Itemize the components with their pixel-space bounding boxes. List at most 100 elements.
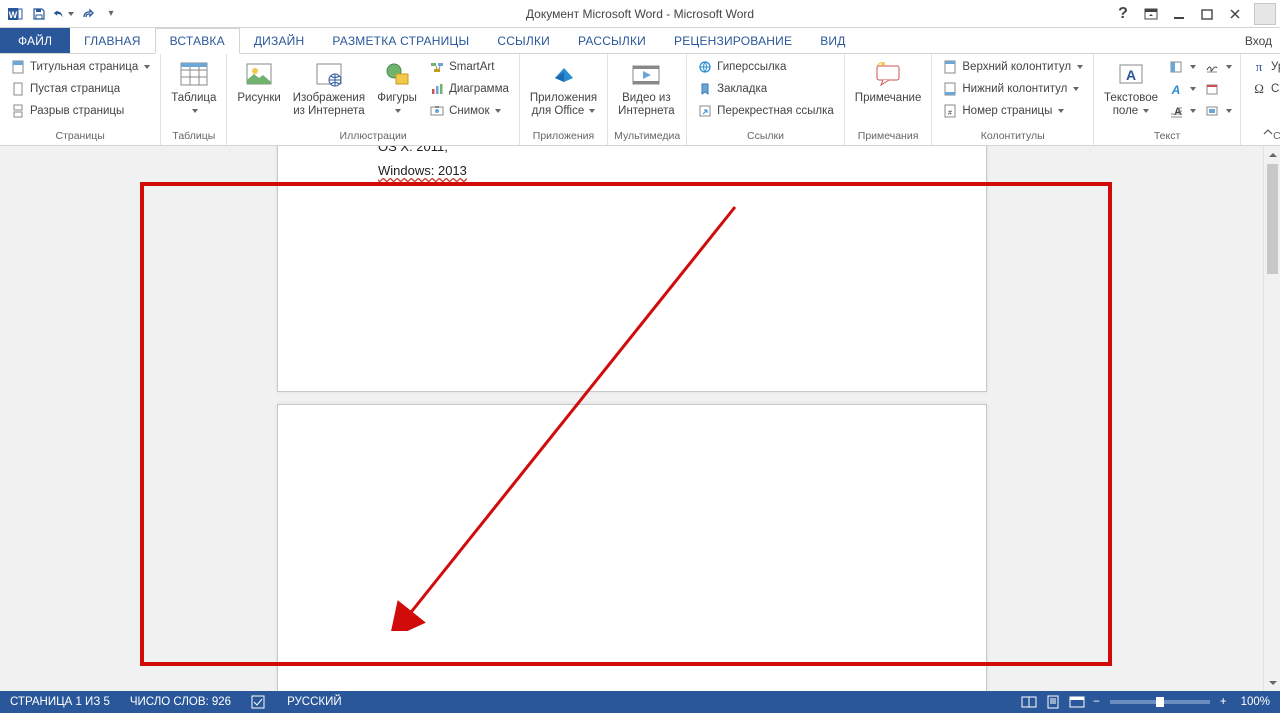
group-media: Видео изИнтернета Мультимедиа <box>608 54 687 145</box>
quick-access-toolbar: W ▾ <box>0 3 122 25</box>
scroll-down-button[interactable] <box>1264 674 1280 691</box>
zoom-level[interactable]: 100% <box>1231 691 1280 713</box>
object-button[interactable] <box>1202 100 1234 122</box>
bookmark-icon <box>697 81 713 97</box>
status-page[interactable]: СТРАНИЦА 1 ИЗ 5 <box>0 691 120 713</box>
datetime-button[interactable] <box>1202 78 1234 100</box>
tab-insert[interactable]: ВСТАВКА <box>155 28 240 54</box>
blank-page-button[interactable]: Пустая страница <box>6 78 154 100</box>
vertical-scrollbar[interactable] <box>1263 146 1280 691</box>
signin-link[interactable]: Вход <box>1245 28 1280 53</box>
qat-customize-button[interactable]: ▾ <box>100 3 122 25</box>
page-break-button[interactable]: Разрыв страницы <box>6 100 154 122</box>
title-bar: W ▾ Документ Microsoft Word - Microsoft … <box>0 0 1280 28</box>
tab-design[interactable]: ДИЗАЙН <box>240 28 319 53</box>
proofing-icon <box>251 695 267 709</box>
shapes-button[interactable]: Фигуры <box>373 56 421 119</box>
user-avatar[interactable] <box>1254 3 1276 25</box>
table-icon <box>178 58 210 90</box>
help-button[interactable]: ? <box>1110 3 1136 25</box>
tab-mailings[interactable]: РАССЫЛКИ <box>564 28 660 53</box>
online-video-button[interactable]: Видео изИнтернета <box>614 56 678 119</box>
bookmark-button[interactable]: Закладка <box>693 78 838 100</box>
zoom-out-button[interactable]: − <box>1089 691 1104 713</box>
pictures-icon <box>243 58 275 90</box>
footer-button[interactable]: Нижний колонтитул <box>938 78 1087 100</box>
page-2[interactable] <box>277 404 987 691</box>
pagenumber-button[interactable]: # Номер страницы <box>938 100 1087 122</box>
maximize-button[interactable] <box>1194 3 1220 25</box>
group-label-text: Текст <box>1100 128 1234 145</box>
group-headerfooter: Верхний колонтитул Нижний колонтитул # Н… <box>932 54 1094 145</box>
collapse-ribbon-button[interactable] <box>1260 125 1276 141</box>
svg-text:A: A <box>1126 67 1136 83</box>
scroll-thumb[interactable] <box>1267 164 1278 274</box>
crossref-button[interactable]: Перекрестная ссылка <box>693 100 838 122</box>
scroll-up-button[interactable] <box>1264 146 1280 163</box>
equation-button[interactable]: π Уравнение <box>1247 56 1280 78</box>
group-label-apps: Приложения <box>526 128 601 145</box>
footer-icon <box>942 81 958 97</box>
cover-page-icon <box>10 59 26 75</box>
chart-button[interactable]: Диаграмма <box>425 78 513 100</box>
tab-home[interactable]: ГЛАВНАЯ <box>70 28 154 53</box>
wordart-button[interactable]: A <box>1166 78 1198 100</box>
tab-pagelayout[interactable]: РАЗМЕТКА СТРАНИЦЫ <box>318 28 483 53</box>
undo-button[interactable] <box>52 3 74 25</box>
pictures-button[interactable]: Рисунки <box>233 56 284 107</box>
video-icon <box>630 58 662 90</box>
status-wordcount[interactable]: ЧИСЛО СЛОВ: 926 <box>120 691 241 713</box>
status-proofing[interactable] <box>241 691 277 713</box>
group-comments: Примечание Примечания <box>845 54 933 145</box>
tab-view[interactable]: ВИД <box>806 28 859 53</box>
hyperlink-button[interactable]: Гиперссылка <box>693 56 838 78</box>
tab-review[interactable]: РЕЦЕНЗИРОВАНИЕ <box>660 28 806 53</box>
quickparts-button[interactable] <box>1166 56 1198 78</box>
online-pictures-icon <box>313 58 345 90</box>
symbol-icon: Ω <box>1251 81 1267 97</box>
redo-button[interactable] <box>76 3 98 25</box>
ribbon-display-button[interactable] <box>1138 3 1164 25</box>
smartart-button[interactable]: SmartArt <box>425 56 513 78</box>
dropcap-button[interactable]: A <box>1166 100 1198 122</box>
page-break-icon <box>10 103 26 119</box>
header-button[interactable]: Верхний колонтитул <box>938 56 1087 78</box>
cover-page-button[interactable]: Титульная страница <box>6 56 154 78</box>
screenshot-button[interactable]: Снимок <box>425 100 513 122</box>
minimize-button[interactable] <box>1166 3 1192 25</box>
view-printlayout-button[interactable] <box>1041 691 1065 713</box>
document-area: OS X: 2011, Windows: 2013 <box>0 146 1280 691</box>
document-canvas[interactable]: OS X: 2011, Windows: 2013 <box>0 146 1263 691</box>
zoom-slider-thumb[interactable] <box>1156 697 1164 707</box>
group-illustrations: Рисунки Изображенияиз Интернета Фигуры S… <box>227 54 520 145</box>
comment-button[interactable]: Примечание <box>851 56 926 107</box>
group-tables: Таблица Таблицы <box>161 54 227 145</box>
signature-button[interactable] <box>1202 56 1234 78</box>
ribbon-tabs: ФАЙЛ ГЛАВНАЯ ВСТАВКА ДИЗАЙН РАЗМЕТКА СТР… <box>0 28 1280 54</box>
save-button[interactable] <box>28 3 50 25</box>
tab-references[interactable]: ССЫЛКИ <box>483 28 564 53</box>
close-button[interactable] <box>1222 3 1248 25</box>
symbol-button[interactable]: Ω Символ <box>1247 78 1280 100</box>
wordart-icon: A <box>1168 81 1184 97</box>
tab-file[interactable]: ФАЙЛ <box>0 28 70 53</box>
apps-button[interactable]: Приложениядля Office <box>526 56 601 119</box>
view-readmode-button[interactable] <box>1017 691 1041 713</box>
dropcap-icon: A <box>1168 103 1184 119</box>
blank-page-icon <box>10 81 26 97</box>
zoom-in-button[interactable]: + <box>1216 691 1231 713</box>
document-text-line: OS X: 2011, <box>378 146 448 154</box>
group-label-headerfooter: Колонтитулы <box>938 128 1087 145</box>
hyperlink-icon <box>697 59 713 75</box>
window-controls: ? <box>1110 3 1280 25</box>
view-weblayout-button[interactable] <box>1065 691 1089 713</box>
window-title: Документ Microsoft Word - Microsoft Word <box>0 7 1280 21</box>
textbox-button[interactable]: A Текстовоеполе <box>1100 56 1162 119</box>
word-app-icon[interactable]: W <box>4 3 26 25</box>
online-pictures-button[interactable]: Изображенияиз Интернета <box>289 56 369 119</box>
group-links: Гиперссылка Закладка Перекрестная ссылка… <box>687 54 845 145</box>
page-1[interactable]: OS X: 2011, Windows: 2013 <box>277 146 987 392</box>
status-language[interactable]: РУССКИЙ <box>277 691 352 713</box>
zoom-slider[interactable] <box>1110 700 1210 704</box>
table-button[interactable]: Таблица <box>167 56 220 119</box>
